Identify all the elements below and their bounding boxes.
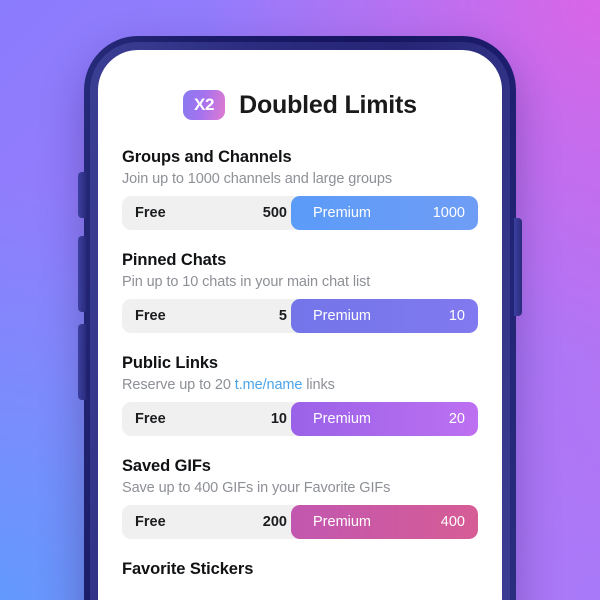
premium-tier-label: Premium xyxy=(313,205,372,221)
limit-description-text: Join up to 1000 channels and large group… xyxy=(122,171,392,187)
free-tier-label: Free xyxy=(135,411,166,427)
phone-power-button[interactable] xyxy=(514,218,522,316)
premium-tier-label: Premium xyxy=(313,514,372,530)
premium-tier-value: 10 xyxy=(448,308,465,324)
page-title: Doubled Limits xyxy=(239,90,417,119)
phone-frame: X2 Doubled Limits Groups and Channels Joi… xyxy=(78,36,522,600)
premium-tier-value: 1000 xyxy=(432,205,465,221)
limit-description: Join up to 1000 channels and large group… xyxy=(122,171,478,187)
x2-badge: X2 xyxy=(183,90,226,120)
page-header: X2 Doubled Limits xyxy=(98,50,502,126)
background-gradient: X2 Doubled Limits Groups and Channels Joi… xyxy=(0,0,600,600)
premium-tier-segment: Premium 20 xyxy=(291,402,478,436)
limit-title: Favorite Stickers xyxy=(122,560,254,578)
phone-screen: X2 Doubled Limits Groups and Channels Joi… xyxy=(98,50,502,600)
limit-description-text: Reserve up to 20 xyxy=(122,377,235,393)
premium-tier-value: 20 xyxy=(448,411,465,427)
free-tier-label: Free xyxy=(135,308,166,324)
premium-tier-segment: Premium 10 xyxy=(291,299,478,333)
premium-tier-segment: Premium 1000 xyxy=(291,196,478,230)
free-tier-value: 500 xyxy=(262,205,287,221)
limit-comparison-bar: Free 5 Premium 10 xyxy=(122,299,478,333)
phone-volume-down-button[interactable] xyxy=(78,324,86,400)
limit-description: Pin up to 10 chats in your main chat lis… xyxy=(122,274,478,290)
limit-row: Saved GIFs Save up to 400 GIFs in your Fa… xyxy=(122,457,478,539)
limit-description-text: Save up to 400 GIFs in your Favorite GIF… xyxy=(122,480,391,496)
limit-title: Public Links xyxy=(122,354,218,372)
limit-description: Save up to 400 GIFs in your Favorite GIF… xyxy=(122,480,478,496)
x2-badge-label: X2 xyxy=(194,95,215,114)
limit-comparison-bar: Free 200 Premium 400 xyxy=(122,505,478,539)
limit-row: Favorite Stickers xyxy=(122,560,478,579)
limit-title: Groups and Channels xyxy=(122,148,292,166)
limit-title: Pinned Chats xyxy=(122,251,227,269)
limits-list: Groups and Channels Join up to 1000 chann… xyxy=(98,126,502,579)
premium-tier-label: Premium xyxy=(313,411,372,427)
phone-volume-up-button[interactable] xyxy=(78,236,86,312)
free-tier-label: Free xyxy=(135,514,166,530)
limit-description-text: Pin up to 10 chats in your main chat lis… xyxy=(122,274,371,290)
free-tier-label: Free xyxy=(135,205,166,221)
limit-description: Reserve up to 20 t.me/name links xyxy=(122,377,478,393)
limit-comparison-bar: Free 10 Premium 20 xyxy=(122,402,478,436)
limit-comparison-bar: Free 500 Premium 1000 xyxy=(122,196,478,230)
free-tier-value: 200 xyxy=(262,514,287,530)
premium-tier-label: Premium xyxy=(313,308,372,324)
free-tier-value: 10 xyxy=(270,411,287,427)
limit-description-link[interactable]: t.me/name xyxy=(235,377,303,393)
free-tier-segment: Free 200 xyxy=(122,505,300,539)
limit-description-text-after: links xyxy=(302,377,335,393)
premium-tier-value: 400 xyxy=(440,514,465,530)
limit-row: Pinned Chats Pin up to 10 chats in your m… xyxy=(122,251,478,333)
free-tier-segment: Free 500 xyxy=(122,196,300,230)
free-tier-value: 5 xyxy=(278,308,287,324)
phone-silent-switch[interactable] xyxy=(78,172,86,218)
premium-tier-segment: Premium 400 xyxy=(291,505,478,539)
limit-row: Groups and Channels Join up to 1000 chann… xyxy=(122,148,478,230)
limit-row: Public Links Reserve up to 20 t.me/name l… xyxy=(122,354,478,436)
free-tier-segment: Free 5 xyxy=(122,299,300,333)
free-tier-segment: Free 10 xyxy=(122,402,300,436)
limit-title: Saved GIFs xyxy=(122,457,211,475)
